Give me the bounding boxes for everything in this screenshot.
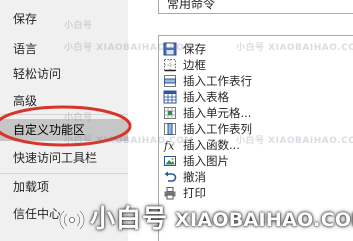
border-icon <box>163 58 177 72</box>
command-label: 插入单元格... <box>183 106 252 120</box>
customize-ribbon-panel: 常用命令 保存 边框 插入工作表行 插入表格 插入单元格... 插入工作表列 f… <box>154 0 353 241</box>
insert-row-icon <box>163 74 177 88</box>
list-item[interactable]: 插入表格 <box>159 89 349 105</box>
options-sidebar: 保存 语言 轻松访问 高级 自定义功能区 快速访问工具栏 加载项 信任中心 <box>0 0 128 241</box>
command-label: 插入表格 <box>183 90 229 104</box>
sidebar-item-save[interactable]: 保存 <box>0 8 128 30</box>
list-item[interactable]: 打印 <box>159 185 349 201</box>
function-icon: fx <box>163 138 177 153</box>
insert-table-icon <box>163 90 177 104</box>
sidebar-item-add-ins[interactable]: 加载项 <box>0 176 128 198</box>
list-item[interactable]: fx 插入函数... <box>159 137 349 153</box>
svg-text:fx: fx <box>163 140 175 153</box>
list-item[interactable]: 插入图片 <box>159 153 349 169</box>
save-icon <box>163 42 177 56</box>
insert-cells-icon <box>163 106 177 120</box>
commands-list[interactable]: 保存 边框 插入工作表行 插入表格 插入单元格... 插入工作表列 fx 插入函… <box>158 35 353 241</box>
sidebar-item-accessibility[interactable]: 轻松访问 <box>0 63 128 85</box>
command-label: 边框 <box>183 58 206 72</box>
sidebar-item-customize-ribbon[interactable]: 自定义功能区 <box>0 119 128 141</box>
insert-column-icon <box>163 122 177 136</box>
command-label: 打印 <box>183 186 206 200</box>
command-label: 保存 <box>183 42 206 56</box>
list-item[interactable]: 撤消 <box>159 169 349 185</box>
list-item[interactable]: 保存 <box>159 41 349 57</box>
command-label: 撤消 <box>183 170 206 184</box>
sidebar-divider <box>0 173 128 174</box>
list-item[interactable]: 插入单元格... <box>159 105 349 121</box>
sidebar-item-trust-center[interactable]: 信任中心 <box>0 203 128 225</box>
sidebar-item-advanced[interactable]: 高级 <box>0 90 128 112</box>
print-icon <box>163 186 177 200</box>
list-item[interactable]: 插入工作表行 <box>159 73 349 89</box>
command-label: 插入工作表列 <box>183 122 252 136</box>
command-label: 插入工作表行 <box>183 74 252 88</box>
command-label: 插入图片 <box>183 154 229 168</box>
sidebar-divider <box>0 114 128 115</box>
picture-icon <box>163 154 177 168</box>
sidebar-item-quick-access-toolbar[interactable]: 快速访问工具栏 <box>0 147 128 169</box>
choose-commands-dropdown[interactable]: 常用命令 <box>158 0 353 14</box>
excel-options-window: 保存 语言 轻松访问 高级 自定义功能区 快速访问工具栏 加载项 信任中心 常用… <box>0 0 353 241</box>
command-label: 插入函数... <box>183 138 240 152</box>
sidebar-item-language[interactable]: 语言 <box>0 38 128 60</box>
content-gap <box>128 0 154 241</box>
list-item[interactable]: 边框 <box>159 57 349 73</box>
list-item[interactable]: 插入工作表列 <box>159 121 349 137</box>
undo-icon <box>163 170 177 184</box>
